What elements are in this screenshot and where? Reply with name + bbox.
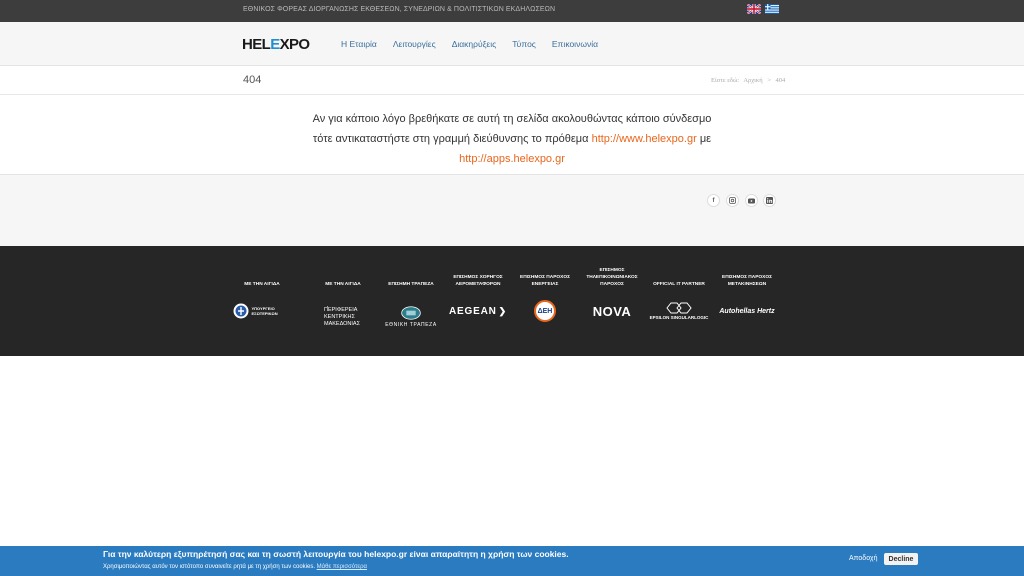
sponsor-autohellas-hertz[interactable]: ΕΠΙΣΗΜΟΣ ΠΑΡΟΧΟΣ ΜΕΤΑΚΙΝΗΣΕΩΝ Autohellas… [714,266,780,322]
decline-button[interactable]: Decline [884,553,918,565]
sponsor-logo-text: ΠΕΡΙΦΕΡΕΙΑ ΚΕΝΤΡΙΚΗΣ ΜΑΚΕΔΟΝΙΑΣ [324,307,360,327]
sponsor-epsilon[interactable]: OFFICIAL IT PARTNER EPSILON SINGULARLOGI… [646,266,712,322]
social-bar: f [0,174,1024,246]
sponsor-logo-text: Autohellas Hertz [719,307,775,315]
nav-item-tenders[interactable]: Διακηρύξεις [452,39,497,49]
sponsor-logo-text: ΕΘΝΙΚΗ ΤΡΑΠΕΖΑ [385,322,437,328]
sponsor-logo-epsilon: EPSILON SINGULARLOGIC [646,300,712,322]
accept-button[interactable]: Αποδοχή [849,555,877,562]
nav-item-press[interactable]: Τύπος [512,39,536,49]
sponsor-logo-ministry: ΥΠΟΥΡΓΕΙΟ ΕΣΩΤΕΡΙΚΩΝ [229,300,295,322]
sponsor-nova[interactable]: ΕΠΙΣΗΜΟΣ ΤΗΛΕΠΙΚΟΙΝΩΝΙΑΚΟΣ ΠΑΡΟΧΟΣ NOVA [579,266,645,322]
learn-more-link[interactable]: Μάθε περισσότερα [317,564,367,570]
sponsor-logo-text: ΔΕΗ [537,307,553,315]
cookie-banner: Για την καλύτερη εξυπηρέτησή σας και τη … [0,546,1024,576]
sponsor-caption: ΕΠΙΣΗΜΟΣ ΠΑΡΟΧΟΣ ΜΕΤΑΚΙΝΗΣΕΩΝ [722,275,772,287]
aegean-chevron-icon: ❯ [498,305,507,316]
linkedin-icon[interactable] [763,194,776,207]
message-line-3: http://apps.helexpo.gr [240,149,784,169]
national-bank-icon [401,306,421,320]
sponsor-logo-hertz: Autohellas Hertz [714,300,780,322]
cookie-message: Για την καλύτερη εξυπηρέτησή σας και τη … [103,549,569,559]
sponsor-caption: ΜΕ ΤΗΝ ΑΙΓΙΔΑ [244,282,280,287]
logo-text-1: HEL [242,36,271,53]
message-line-2-end: με [699,133,712,145]
cookie-consent-line: Χρησιμοποιώντας αυτόν τον ιστότοπο συναι… [103,564,315,570]
main-navigation: HELEXPO Η Εταιρία Λειτουργίες Διακηρύξει… [0,22,1024,66]
logo-text-3: XPO [279,36,310,53]
sponsor-logo-text: EPSILON SINGULARLOGIC [649,315,709,320]
facebook-icon[interactable]: f [707,194,720,207]
sponsor-logo-bank: ΕΘΝΙΚΗ ΤΡΑΠΕΖΑ [378,306,444,328]
sponsor-aegean[interactable]: ΕΠΙΣΗΜΟΣ ΧΟΡΗΓΟΣ ΑΕΡΟΜΕΤΑΦΟΡΩΝ AEGEAN ❯ [445,266,511,322]
top-bar: ΕΘΝΙΚΟΣ ΦΟΡΕΑΣ ΔΙΟΡΓΑΝΩΣΗΣ ΕΚΘΕΣΕΩΝ, ΣΥΝ… [0,0,1024,22]
sponsor-logo-text: NOVA [592,303,632,319]
page-title: 404 [243,74,262,86]
sponsor-logo-region: ΠΕΡΙΦΕΡΕΙΑ ΚΕΝΤΡΙΚΗΣ ΜΑΚΕΔΟΝΙΑΣ [310,306,376,328]
breadcrumb-separator: > [767,77,771,84]
nav-item-contact[interactable]: Επικοινωνία [552,39,598,49]
sponsor-logo-aegean: AEGEAN ❯ [445,300,511,322]
cookie-consent-text: Χρησιμοποιώντας αυτόν τον ιστότοπο συναι… [103,564,367,570]
error-message: Αν για κάποιο λόγο βρεθήκατε σε αυτή τη … [240,109,784,169]
sponsor-region-central-macedonia[interactable]: ΜΕ ΤΗΝ ΑΙΓΙΔΑ ΠΕΡΙΦΕΡΕΙΑ ΚΕΝΤΡΙΚΗΣ ΜΑΚΕΔ… [310,266,376,328]
language-switcher [747,4,779,14]
sponsor-caption: ΕΠΙΣΗΜΟΣ ΤΗΛΕΠΙΚΟΙΝΩΝΙΑΚΟΣ ΠΑΡΟΧΟΣ [586,268,638,287]
sponsor-caption: ΕΠΙΣΗΜΟΣ ΧΟΡΗΓΟΣ ΑΕΡΟΜΕΤΑΦΟΡΩΝ [453,275,503,287]
message-line-1: Αν για κάποιο λόγο βρεθήκατε σε αυτή τη … [312,113,712,125]
sponsor-caption: ΕΠΙΣΗΜΟΣ ΠΑΡΟΧΟΣ ΕΝΕΡΓΕΙΑΣ [520,275,570,287]
sponsor-ministry-interior[interactable]: ΜΕ ΤΗΝ ΑΙΓΙΔΑ ΥΠΟΥΡΓΕΙΟ ΕΣΩΤΕΡΙΚΩΝ [229,266,295,322]
sponsor-logo-nova: NOVA [579,300,645,322]
sponsor-dei[interactable]: ΕΠΙΣΗΜΟΣ ΠΑΡΟΧΟΣ ΕΝΕΡΓΕΙΑΣ ΔΕΗ [512,266,578,322]
sponsor-logo-text: AEGEAN [449,305,497,317]
english-flag-icon[interactable] [747,4,761,14]
tagline: ΕΘΝΙΚΟΣ ΦΟΡΕΑΣ ΔΙΟΡΓΑΝΩΣΗΣ ΕΚΘΕΣΕΩΝ, ΣΥΝ… [243,6,556,13]
helexpo-www-link[interactable]: http://www.helexpo.gr [592,133,697,145]
youtube-icon[interactable] [745,194,758,207]
message-line-2: τότε αντικαταστήστε στη γραμμή διεύθυνση… [240,129,784,149]
epsilon-hex-icon [666,302,692,314]
helexpo-apps-link[interactable]: http://apps.helexpo.gr [459,153,565,165]
dei-logo-circle: ΔΕΗ [534,300,556,322]
nav-item-company[interactable]: Η Εταιρία [341,39,377,49]
instagram-icon[interactable] [726,194,739,207]
breadcrumb-home[interactable]: Αρχική [743,77,762,84]
sponsor-national-bank[interactable]: ΕΠΙΣΗΜΗ ΤΡΑΠΕΖΑ ΕΘΝΙΚΗ ΤΡΑΠΕΖΑ [378,266,444,328]
helexpo-logo[interactable]: HELEXPO [242,36,310,53]
logo-text-2: E [270,36,280,53]
page-header: 404 Είστε εδώ: Αρχική > 404 [0,66,1024,95]
breadcrumb-prefix: Είστε εδώ: [711,77,740,84]
sponsor-logo-text: ΥΠΟΥΡΓΕΙΟ ΕΣΩΤΕΡΙΚΩΝ [251,306,278,316]
nav-menu: Η Εταιρία Λειτουργίες Διακηρύξεις Τύπος … [341,39,614,49]
sponsor-logo-dei: ΔΕΗ [512,300,578,322]
footer-sponsors: ΜΕ ΤΗΝ ΑΙΓΙΔΑ ΥΠΟΥΡΓΕΙΟ ΕΣΩΤΕΡΙΚΩΝ ΜΕ ΤΗ… [0,246,1024,356]
sponsor-caption: ΜΕ ΤΗΝ ΑΙΓΙΔΑ [325,282,361,287]
nav-item-operations[interactable]: Λειτουργίες [393,39,436,49]
sponsor-caption: ΕΠΙΣΗΜΗ ΤΡΑΠΕΖΑ [388,282,434,287]
greek-emblem-icon [233,303,248,319]
breadcrumb: Είστε εδώ: Αρχική > 404 [711,77,788,84]
message-line-2-text: τότε αντικαταστήστε στη γραμμή διεύθυνση… [312,133,589,145]
greek-flag-icon[interactable] [765,4,779,14]
breadcrumb-current: 404 [775,77,786,84]
sponsor-caption: OFFICIAL IT PARTNER [653,282,705,287]
